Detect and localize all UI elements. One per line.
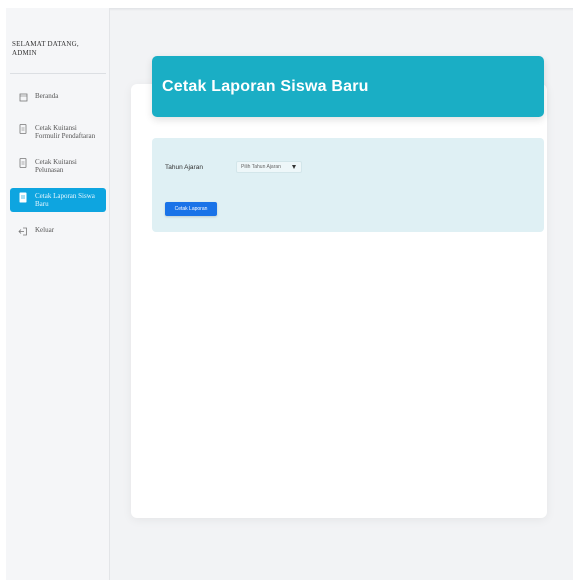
sidebar-item-cetak-laporan-siswa-baru[interactable]: Cetak Laporan Siswa Baru <box>10 188 106 212</box>
sidebar-item-label: Cetak Kuitansi Formulir Pendaftaran <box>35 124 96 140</box>
sidebar-item-beranda[interactable]: Beranda <box>10 88 106 110</box>
page-title: Cetak Laporan Siswa Baru <box>162 78 369 95</box>
sidebar-divider <box>10 73 106 74</box>
app-window: SELAMAT DATANG, ADMIN Beranda Cetak Kuit… <box>6 8 573 580</box>
button-label: Cetak Laporan <box>174 206 208 212</box>
select-value: Pilih Tahun Ajaran <box>241 164 281 170</box>
document-icon <box>18 124 28 134</box>
tahun-ajaran-label: Tahun Ajaran <box>165 164 203 171</box>
sidebar-item-label: Cetak Laporan Siswa Baru <box>35 192 95 208</box>
sidebar-item-keluar[interactable]: Keluar <box>10 222 106 244</box>
report-filter-form: Tahun Ajaran Pilih Tahun Ajaran Cetak La… <box>152 138 544 232</box>
page-header-banner: Cetak Laporan Siswa Baru <box>152 56 544 117</box>
logout-icon <box>18 226 28 236</box>
tahun-ajaran-select[interactable]: Pilih Tahun Ajaran <box>236 161 302 173</box>
sidebar: SELAMAT DATANG, ADMIN Beranda Cetak Kuit… <box>6 8 110 580</box>
home-icon <box>18 92 28 102</box>
document-icon <box>18 192 28 202</box>
cetak-laporan-button[interactable]: Cetak Laporan <box>165 202 217 216</box>
sidebar-item-cetak-kuitansi-pelunasan[interactable]: Cetak Kuitansi Pelunasan <box>10 154 106 178</box>
sidebar-item-label: Keluar <box>35 226 55 234</box>
sidebar-item-label: Beranda <box>35 92 59 100</box>
topbar <box>110 8 573 11</box>
sidebar-item-label: Cetak Kuitansi Pelunasan <box>35 158 77 174</box>
sidebar-item-cetak-kuitansi-formulir[interactable]: Cetak Kuitansi Formulir Pendaftaran <box>10 120 106 144</box>
document-icon <box>18 158 28 168</box>
sidebar-nav: Beranda Cetak Kuitansi Formulir Pendafta… <box>6 88 110 254</box>
greeting-text: SELAMAT DATANG, ADMIN <box>12 40 79 57</box>
caret-down-icon <box>292 165 296 169</box>
